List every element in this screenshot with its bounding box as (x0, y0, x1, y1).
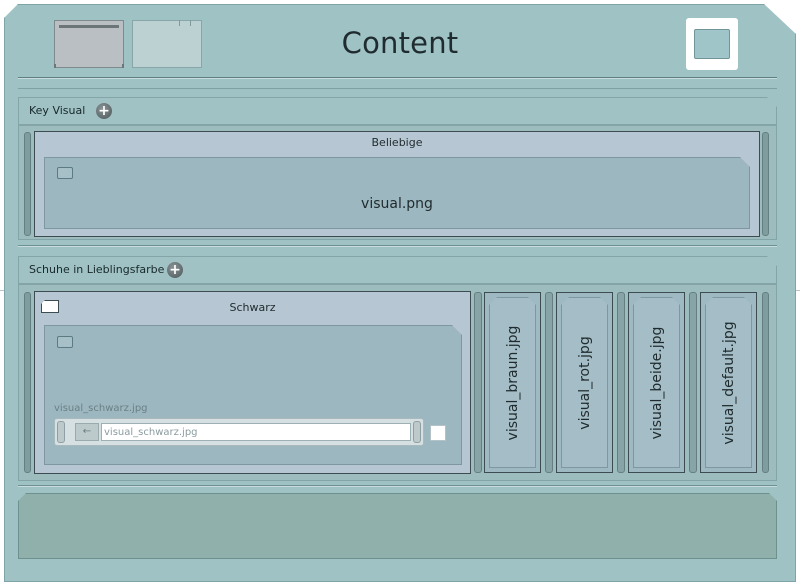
page-title: Content (341, 26, 459, 60)
variant-label: visual_default.jpg (720, 320, 737, 445)
variant-card-default[interactable]: visual_default.jpg (700, 292, 757, 473)
key-visual-file-label: visual.png (361, 196, 433, 212)
variant-label: visual_braun.jpg (504, 325, 521, 440)
key-visual-card[interactable]: visual.png (44, 157, 750, 229)
variant-card-beide[interactable]: visual_beide.jpg (628, 292, 685, 473)
file-path-input[interactable] (101, 423, 411, 441)
section-shoes-header: Schuhe in Lieblingsfarbe (18, 256, 777, 284)
footer-drop-area[interactable] (18, 493, 777, 559)
file-path-field: ← (54, 418, 424, 446)
panel-title-beliebige: Beliebige (371, 136, 423, 149)
right-rail[interactable] (762, 132, 769, 236)
add-shoe-color-icon[interactable]: + (167, 262, 183, 278)
variant-label: visual_rot.jpg (576, 335, 593, 430)
right-rail-shoes[interactable] (762, 292, 769, 473)
preview-icon (694, 29, 730, 59)
left-rail[interactable] (24, 132, 31, 236)
white-checkbox[interactable] (430, 425, 446, 441)
section-shoes-label: Schuhe in Lieblingsfarbe (29, 263, 165, 276)
add-key-visual-icon[interactable]: + (96, 103, 112, 119)
field-right-handle[interactable] (413, 421, 421, 443)
left-rail-shoes[interactable] (24, 292, 31, 473)
document-icon[interactable] (41, 300, 59, 313)
section-key-visual-header: Key Visual (18, 97, 777, 125)
variant-card-braun[interactable]: visual_braun.jpg (484, 292, 541, 473)
checkbox-icon[interactable] (57, 167, 73, 179)
panel-title-schwarz: Schwarz (229, 301, 276, 314)
field-left-handle[interactable] (57, 421, 65, 443)
variant-label: visual_beide.jpg (648, 326, 665, 439)
back-arrow-icon[interactable]: ← (75, 423, 99, 441)
section-key-visual-label: Key Visual (29, 104, 86, 117)
variant-card-rot[interactable]: visual_rot.jpg (556, 292, 613, 473)
preview-toggle-button[interactable] (686, 18, 738, 70)
schwarz-file-small-label: visual_schwarz.jpg (54, 403, 148, 414)
checkbox-icon[interactable] (57, 336, 73, 348)
